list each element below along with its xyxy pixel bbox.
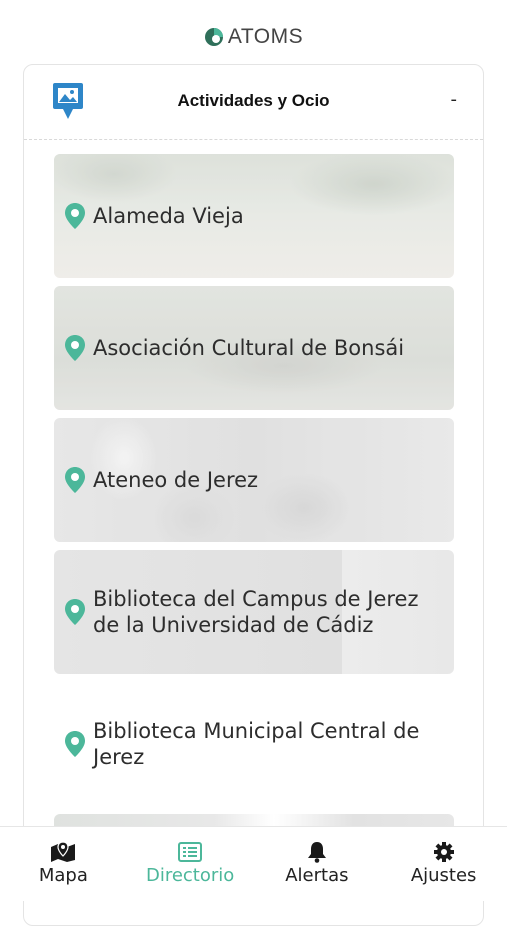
list-item[interactable]: Asociación Cultural de Bonsái <box>54 286 454 410</box>
app-logo: ATOMS <box>0 22 507 52</box>
gear-icon <box>433 842 454 862</box>
logo-text: ATOMS <box>227 25 304 48</box>
item-label: Alameda Vieja <box>93 204 244 228</box>
tab-label: Ajustes <box>410 865 477 886</box>
tab-label: Mapa <box>38 865 88 886</box>
location-pin-icon <box>65 203 85 229</box>
bottom-tab-bar: Mapa Directorio Alertas Ajustes <box>0 826 507 901</box>
tab-ajustes[interactable]: Ajustes <box>380 827 507 901</box>
list-item[interactable]: Ateneo de Jerez <box>54 418 454 542</box>
location-pin-icon <box>65 599 85 625</box>
item-label: Biblioteca del Campus de Jerez de la Uni… <box>93 587 419 637</box>
item-label: Biblioteca Municipal Central de Jerez <box>93 719 420 769</box>
list-item[interactable]: Alameda Vieja <box>54 154 454 278</box>
tab-label: Alertas <box>285 865 349 886</box>
location-pin-icon <box>65 335 85 361</box>
tab-directorio[interactable]: Directorio <box>127 827 254 901</box>
collapse-toggle[interactable]: - <box>451 89 458 110</box>
location-pin-icon <box>65 731 85 757</box>
item-label: Asociación Cultural de Bonsái <box>93 336 405 360</box>
bell-icon <box>307 842 326 863</box>
map-icon <box>51 841 76 862</box>
list-item[interactable]: Biblioteca Municipal Central de Jerez <box>54 682 454 806</box>
category-header[interactable]: Actividades y Ocio - <box>24 65 483 140</box>
list-icon <box>178 842 203 862</box>
tab-alertas[interactable]: Alertas <box>254 827 381 901</box>
list-item[interactable]: Biblioteca del Campus de Jerez de la Uni… <box>54 550 454 674</box>
category-card: Actividades y Ocio - Alameda Vieja Asoci… <box>23 64 484 926</box>
item-label: Ateneo de Jerez <box>93 468 259 492</box>
tab-label: Directorio <box>145 865 235 886</box>
place-list: Alameda Vieja Asociación Cultural de Bon… <box>54 154 454 844</box>
atoms-logo-icon <box>204 28 223 46</box>
category-title: Actividades y Ocio <box>177 91 330 110</box>
location-pin-icon <box>65 467 85 493</box>
tab-mapa[interactable]: Mapa <box>0 827 127 901</box>
